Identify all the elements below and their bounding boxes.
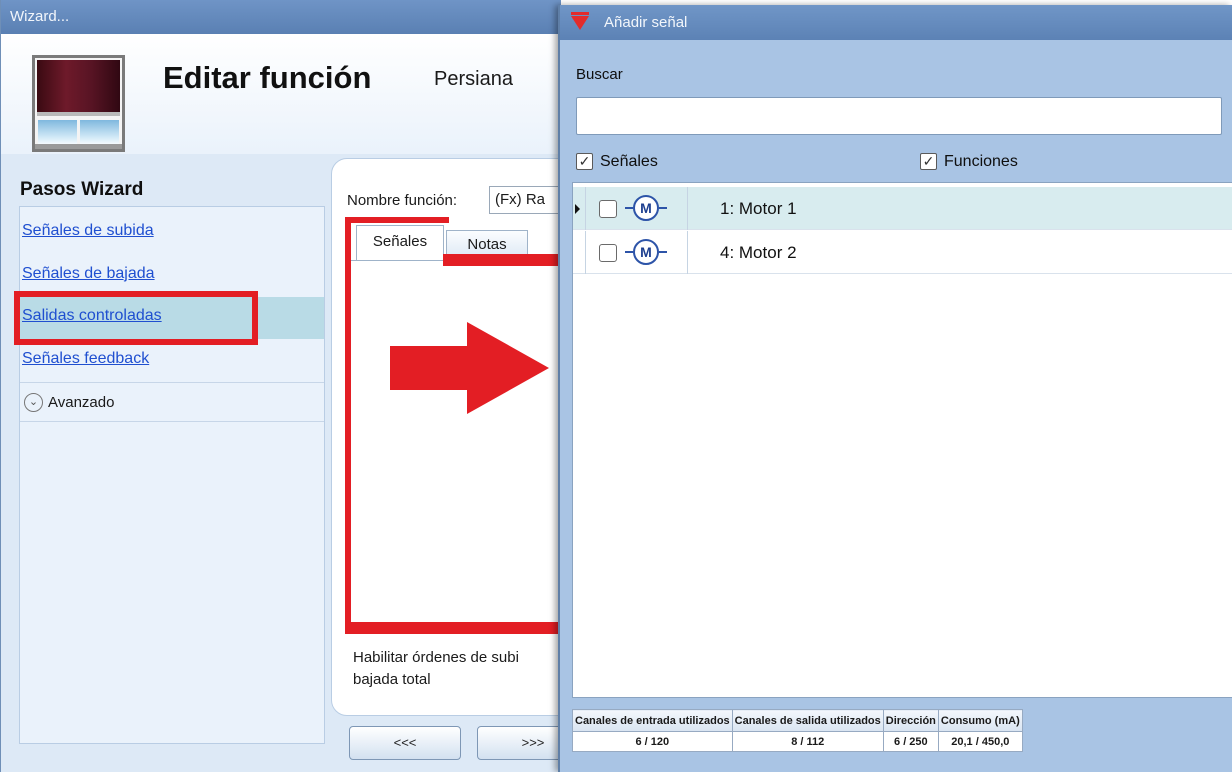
steps-title: Pasos Wizard	[20, 179, 144, 200]
signal-list: M 1: Motor 1 M 4: Motor 2	[572, 182, 1232, 698]
status-header: Dirección	[882, 709, 939, 732]
add-signal-window: Añadir señal Buscar ✓ Señales ✓ Funcione…	[558, 5, 1232, 772]
add-signal-title: Añadir señal	[604, 14, 688, 31]
status-table: Canales de entrada utilizados Canales de…	[572, 709, 1023, 752]
row-checkbox[interactable]	[599, 244, 617, 262]
filter-senales-label: Señales	[600, 153, 658, 170]
highlight-line-top	[443, 254, 561, 266]
highlight-line-bottom	[345, 622, 561, 634]
function-name-label: Nombre función:	[347, 192, 458, 209]
step-link[interactable]: Señales de subida	[22, 222, 154, 239]
filter-funciones-label: Funciones	[944, 153, 1018, 170]
status-header: Consumo (mA)	[937, 709, 1023, 732]
steps-list: Señales de subida Señales de bajada Sali…	[19, 206, 325, 744]
wizard-steps-panel: Pasos Wizard Señales de subida Señales d…	[16, 164, 326, 744]
function-name-input[interactable]: (Fx) Ra	[489, 186, 569, 214]
filter-funciones-checkbox[interactable]: ✓	[920, 153, 937, 170]
advanced-expander[interactable]: ⌄ Avanzado	[20, 382, 324, 422]
highlight-box-salidas	[14, 291, 258, 345]
search-input[interactable]	[576, 97, 1222, 135]
filter-funnel-icon-bar	[571, 12, 589, 15]
motor-icon: M	[625, 239, 675, 265]
step-link[interactable]: Señales de bajada	[22, 265, 155, 282]
search-label: Buscar	[576, 66, 623, 83]
row-checkbox[interactable]	[599, 200, 617, 218]
page-title: Editar función	[163, 60, 372, 95]
red-arrow-head-icon	[467, 322, 549, 414]
previous-button[interactable]: <<<	[349, 726, 461, 760]
status-value: 8 / 112	[731, 731, 884, 752]
red-arrow-icon	[390, 346, 470, 390]
filter-funnel-icon	[571, 16, 589, 30]
item-label: 1: Motor 1	[720, 199, 797, 218]
blind-function-icon	[32, 55, 125, 152]
list-item[interactable]: M 4: Motor 2	[573, 231, 1232, 274]
wizard-window: Wizard... Editar función Persiana Pasos …	[0, 0, 589, 772]
help-text: Habilitar órdenes de subi bajada total	[353, 649, 519, 688]
item-label: 4: Motor 2	[720, 243, 797, 262]
status-header: Canales de salida utilizados	[731, 709, 884, 732]
add-signal-titlebar: Añadir señal	[560, 5, 1232, 40]
chevron-down-icon: ⌄	[24, 393, 43, 412]
filter-senales-checkbox[interactable]: ✓	[576, 153, 593, 170]
status-value: 6 / 120	[572, 731, 733, 752]
wizard-titlebar: Wizard...	[1, 0, 561, 34]
list-item[interactable]: M 1: Motor 1	[573, 187, 1232, 230]
step-senales-feedback[interactable]: Señales feedback	[20, 340, 324, 382]
highlight-box-senales-tab	[345, 217, 449, 629]
advanced-label: Avanzado	[48, 394, 115, 411]
motor-icon: M	[625, 195, 675, 221]
status-value: 20,1 / 450,0	[937, 731, 1023, 752]
row-pointer-icon	[575, 204, 580, 214]
status-value: 6 / 250	[882, 731, 939, 752]
status-header: Canales de entrada utilizados	[572, 709, 733, 732]
function-type-label: Persiana	[434, 68, 513, 90]
step-link[interactable]: Señales feedback	[22, 350, 149, 367]
step-senales-subida[interactable]: Señales de subida	[20, 212, 324, 254]
